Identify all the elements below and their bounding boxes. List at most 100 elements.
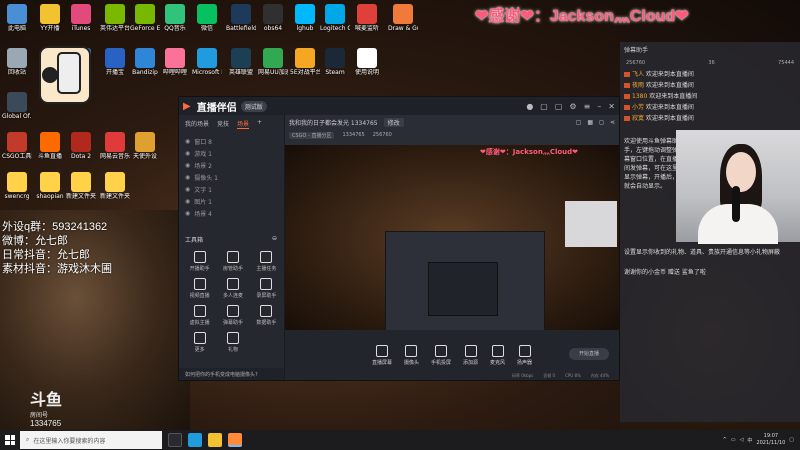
desktop-icon[interactable]: shaopian — [35, 172, 65, 200]
scene-item[interactable]: ◉ 场景 4 — [185, 207, 278, 219]
tab-my-scenes[interactable]: 我的场景 — [185, 119, 209, 129]
eye-icon[interactable]: ◉ — [185, 186, 190, 193]
taskbar-search[interactable]: ⌕ 在这里输入你要搜索的内容 — [20, 431, 162, 449]
grid-icon[interactable]: ▦ — [587, 119, 593, 126]
gift-icon[interactable]: ▢ — [540, 102, 548, 111]
tip-bar[interactable]: 如何把你的手机变成电脑摄像头? — [179, 368, 284, 380]
eye-icon[interactable]: ◉ — [185, 210, 190, 217]
scene-item[interactable]: ◉ 场景 2 — [185, 159, 278, 171]
desktop-icon[interactable]: 哔哩哔哩 — [160, 48, 190, 76]
explorer-taskbar-icon[interactable] — [208, 433, 222, 447]
tool-button[interactable]: 数据助手 — [250, 305, 283, 326]
category-tag[interactable]: CSGO - 直播分区 — [289, 131, 335, 139]
tool-button[interactable]: 礼物 — [216, 332, 249, 353]
add-tab-icon[interactable]: + — [257, 119, 262, 129]
source-button[interactable]: 摄像头 — [404, 344, 419, 366]
chat-username[interactable]: 1380 — [632, 93, 649, 100]
chat-username[interactable]: 夜雨 — [632, 82, 646, 89]
desktop-icon[interactable]: Draw & Guess — [388, 4, 418, 32]
live-companion-window[interactable]: ▶ 直播伴侣 测试版 ● ▢ ▢ ⚙ ≡ – ✕ 我的场景 竞技 场景 + ◉ 窗… — [178, 96, 620, 381]
input-language[interactable]: 中 — [747, 437, 752, 444]
desktop-icon[interactable]: 喊麦监听 — [352, 4, 382, 32]
source-button[interactable]: 添加源 — [463, 344, 478, 366]
desktop-icon[interactable]: 此电脑 — [2, 4, 32, 32]
settings-icon[interactable]: ⚙ — [569, 102, 576, 111]
desktop-icon[interactable]: CSGO工具箱 — [2, 132, 32, 160]
tool-button[interactable]: 录屏助手 — [250, 278, 283, 299]
desktop-icon[interactable]: 开播宝 — [100, 48, 130, 76]
desktop-icon[interactable]: 网易UU加速器 — [258, 48, 288, 76]
menu-icon[interactable]: ≡ — [584, 102, 591, 111]
desktop-icon[interactable]: YY开播 — [35, 4, 65, 32]
task-view-icon[interactable] — [168, 433, 182, 447]
desktop-icon[interactable]: 天使外设 — [130, 132, 160, 160]
eye-icon[interactable]: ◉ — [185, 198, 190, 205]
stream-preview[interactable]: ❤感谢❤：Jackson灬Cloud❤ — [285, 145, 619, 333]
desktop-icon[interactable]: lghub — [290, 4, 320, 32]
desktop-icon[interactable]: Dota 2 — [66, 132, 96, 160]
scene-item[interactable]: ◉ 图片 1 — [185, 195, 278, 207]
desktop-icon[interactable]: GeForce Experience — [130, 4, 160, 32]
source-button[interactable]: 手机投屏 — [431, 344, 451, 366]
share-icon[interactable]: ⋖ — [610, 119, 615, 126]
tab-scene[interactable]: 场景 — [237, 119, 250, 129]
network-icon[interactable]: ▭ — [731, 437, 736, 443]
notify-icon[interactable]: ◻ — [599, 119, 604, 126]
desktop-icon[interactable]: Logitech G HUB — [320, 4, 350, 32]
tool-button[interactable]: 虚拟主播 — [183, 305, 216, 326]
eye-icon[interactable]: ◉ — [185, 150, 190, 157]
notification-icon[interactable]: ▢ — [789, 437, 794, 443]
tool-button[interactable]: 视频直播 — [183, 278, 216, 299]
chat-username[interactable]: 小芳 — [632, 104, 646, 111]
source-button[interactable]: 扬声器 — [517, 344, 532, 366]
live-companion-taskbar-icon[interactable] — [228, 433, 242, 447]
desktop-icon[interactable]: iTunes — [66, 4, 96, 32]
desktop-icon[interactable]: 英雄联盟 — [226, 48, 256, 76]
desktop-icon[interactable]: 网易云音乐 — [100, 132, 130, 160]
desktop-icon[interactable]: 回收站 — [2, 48, 32, 76]
desktop-icon[interactable]: 使用说明 — [352, 48, 382, 76]
minimize-icon[interactable]: – — [597, 102, 601, 111]
app-titlebar[interactable]: ▶ 直播伴侣 测试版 ● ▢ ▢ ⚙ ≡ – ✕ — [179, 97, 619, 115]
tool-button[interactable]: 弹幕助手 — [216, 305, 249, 326]
tray-arrow-icon[interactable]: ^ — [723, 437, 727, 443]
edit-title-button[interactable]: 修改 — [383, 117, 404, 127]
source-button[interactable]: 麦克风 — [490, 344, 505, 366]
tool-button[interactable]: 房管助手 — [216, 251, 249, 272]
desktop-icon[interactable]: Bandizip — [130, 48, 160, 76]
eye-icon[interactable]: ◉ — [185, 162, 190, 169]
desktop-icon[interactable]: 英伟达平台 — [100, 4, 130, 32]
lock-icon[interactable]: ▢ — [576, 119, 582, 126]
scene-item[interactable]: ◉ 文字 1 — [185, 183, 278, 195]
tool-button[interactable]: 开播助手 — [183, 251, 216, 272]
chat-username[interactable]: 寂寞 — [632, 115, 646, 122]
message-icon[interactable]: ▢ — [555, 102, 563, 111]
toolbox-collapse-icon[interactable]: ⊖ — [272, 235, 277, 244]
desktop-icon[interactable]: 5E对战平台 — [290, 48, 320, 76]
eye-icon[interactable]: ◉ — [185, 138, 190, 145]
scene-item[interactable]: ◉ 游戏 1 — [185, 147, 278, 159]
desktop-icon[interactable]: 新建文件夹 — [66, 172, 96, 200]
desktop-icon[interactable]: Global Of... — [2, 92, 32, 120]
go-live-button[interactable]: 开始直播 — [569, 348, 609, 360]
close-icon[interactable]: ✕ — [608, 102, 615, 111]
tool-button[interactable]: 主播任务 — [250, 251, 283, 272]
tool-button[interactable]: 多人连麦 — [216, 278, 249, 299]
tool-button[interactable]: 更多 — [183, 332, 216, 353]
desktop-icon[interactable]: Steam — [320, 48, 350, 76]
desktop-icon[interactable]: Microsoft Edge — [192, 48, 222, 76]
scene-item[interactable]: ◉ 窗口 8 — [185, 135, 278, 147]
desktop-icon[interactable]: 斗鱼直播 — [35, 132, 65, 160]
volume-icon[interactable]: ◁ — [740, 437, 744, 443]
tab-competition[interactable]: 竞技 — [217, 119, 229, 129]
desktop-icon[interactable]: 微信 — [192, 4, 222, 32]
desktop-icon[interactable]: obs64 — [258, 4, 288, 32]
clock[interactable]: 19:07 2021/11/10 — [756, 433, 785, 447]
desktop-icon[interactable]: swencrg — [2, 172, 32, 200]
source-button[interactable]: 直播屏幕 — [372, 344, 392, 366]
chat-username[interactable]: 飞人 — [632, 71, 646, 78]
eye-icon[interactable]: ◉ — [185, 174, 190, 181]
scene-item[interactable]: ◉ 摄像头 1 — [185, 171, 278, 183]
edge-taskbar-icon[interactable] — [188, 433, 202, 447]
desktop-icon[interactable]: QQ音乐 — [160, 4, 190, 32]
